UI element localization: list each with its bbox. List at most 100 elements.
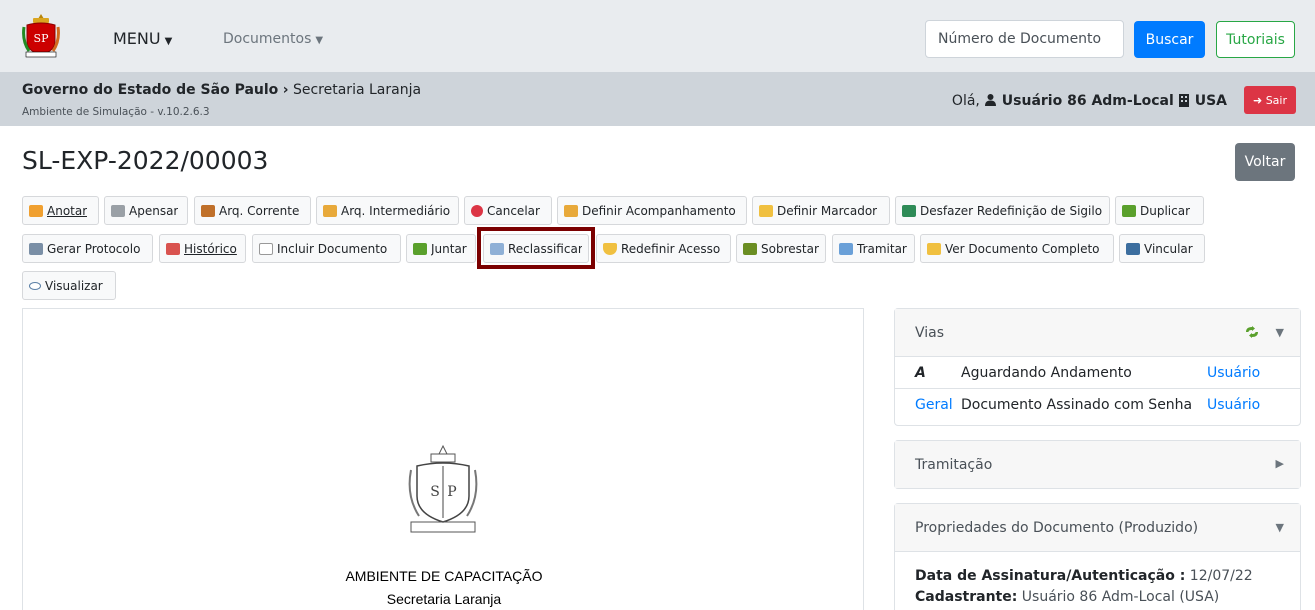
via-user-link[interactable]: Usuário	[1207, 365, 1260, 381]
apensar-label: Apensar	[129, 203, 179, 218]
svg-text:P: P	[447, 484, 456, 500]
refresh-icon[interactable]	[1244, 326, 1260, 338]
duplicar-button[interactable]: Duplicar	[1115, 196, 1204, 225]
undo-icon	[902, 204, 916, 217]
svg-text:SP: SP	[34, 32, 50, 45]
reclassify-icon	[490, 242, 504, 255]
user-follow-icon	[564, 204, 578, 217]
apensar-button[interactable]: Apensar	[104, 196, 188, 225]
voltar-button[interactable]: Voltar	[1235, 143, 1295, 181]
tramitar-button[interactable]: Tramitar	[832, 234, 915, 263]
definir-acompanhamento-button[interactable]: Definir Acompanhamento	[557, 196, 747, 225]
via-code[interactable]: Geral	[915, 397, 961, 413]
definir-marcador-label: Definir Marcador	[777, 203, 878, 218]
eye-icon	[29, 281, 41, 290]
cancelar-label: Cancelar	[487, 203, 540, 218]
cadastrante-row: Cadastrante: Usuário 86 Adm-Local (USA)	[915, 587, 1280, 608]
archive-icon	[201, 204, 215, 217]
cadastrante-value: Usuário 86 Adm-Local (USA)	[1021, 589, 1220, 605]
redefinir-acesso-button[interactable]: Redefinir Acesso	[596, 234, 731, 263]
juntar-button[interactable]: Juntar	[406, 234, 476, 263]
reclassificar-button[interactable]: Reclassificar	[483, 234, 589, 263]
attach-document-icon	[413, 242, 427, 255]
vincular-button[interactable]: Vincular	[1119, 234, 1205, 263]
sp-coat-of-arms-logo[interactable]: SP	[21, 13, 61, 59]
document-number-input[interactable]	[925, 20, 1124, 58]
via-status: Documento Assinado com Senha	[961, 397, 1193, 413]
incluir-documento-button[interactable]: Incluir Documento	[252, 234, 401, 263]
propriedades-title: Propriedades do Documento (Produzido)	[915, 519, 1199, 536]
greeting-text: Olá,	[951, 93, 980, 109]
arq-intermediario-label: Arq. Intermediário	[341, 203, 451, 218]
user-icon	[985, 94, 997, 106]
cancel-icon	[471, 204, 483, 217]
vias-row: Geral Documento Assinado com Senha Usuár…	[895, 389, 1300, 421]
vias-panel: Vias ▼ A Aguardando Andamento Usuário Ge…	[894, 308, 1301, 426]
caret-down-icon[interactable]: ▼	[1276, 326, 1284, 339]
vincular-label: Vincular	[1144, 241, 1193, 256]
propriedades-body: Data de Assinatura/Autenticação : 12/07/…	[895, 552, 1300, 610]
menu-dropdown[interactable]: MENU ▼	[113, 29, 172, 48]
cadastrante-label: Cadastrante:	[915, 589, 1018, 605]
tutoriais-button[interactable]: Tutoriais	[1216, 21, 1295, 58]
caret-right-icon[interactable]: ▶	[1276, 457, 1284, 470]
document-preview: S P AMBIENTE DE CAPACITAÇÃO Secretaria L…	[22, 308, 864, 610]
ver-documento-completo-button[interactable]: Ver Documento Completo	[920, 234, 1114, 263]
pause-document-icon	[743, 242, 757, 255]
documentos-dropdown[interactable]: Documentos ▼	[223, 31, 323, 47]
historico-button[interactable]: Histórico	[159, 234, 246, 263]
definir-marcador-button[interactable]: Definir Marcador	[752, 196, 890, 225]
breadcrumb: Governo do Estado de São Paulo › Secreta…	[22, 82, 421, 98]
caret-down-icon[interactable]: ▼	[1276, 521, 1284, 534]
user-info: Olá, Usuário 86 Adm-Local USA	[952, 93, 1227, 109]
new-document-icon	[259, 242, 273, 255]
visualizar-button[interactable]: Visualizar	[22, 271, 116, 300]
arq-corrente-button[interactable]: Arq. Corrente	[194, 196, 311, 225]
tramitacao-header[interactable]: Tramitação ▶	[895, 441, 1300, 488]
vias-header[interactable]: Vias ▼	[895, 309, 1300, 357]
printer-icon	[29, 242, 43, 255]
incluir-documento-label: Incluir Documento	[277, 241, 388, 256]
via-code: A	[915, 364, 926, 381]
arq-intermediario-button[interactable]: Arq. Intermediário	[316, 196, 459, 225]
environment-label: Ambiente de Simulação - v.10.2.6.3	[22, 106, 210, 118]
tramitacao-panel: Tramitação ▶	[894, 440, 1301, 489]
tramitar-label: Tramitar	[857, 241, 907, 256]
desfazer-label: Desfazer Redefinição de Sigilo	[920, 203, 1103, 218]
desfazer-redefinicao-sigilo-button[interactable]: Desfazer Redefinição de Sigilo	[895, 196, 1110, 225]
sp-coat-of-arms-crest: S P	[408, 444, 478, 533]
building-icon	[1179, 94, 1190, 107]
note-icon	[29, 204, 43, 217]
propriedades-header[interactable]: Propriedades do Documento (Produzido) ▼	[895, 504, 1300, 552]
context-bar: Governo do Estado de São Paulo › Secreta…	[0, 72, 1315, 126]
sair-button[interactable]: ➜ Sair	[1244, 86, 1296, 114]
gerar-protocolo-button[interactable]: Gerar Protocolo	[22, 234, 153, 263]
buscar-button[interactable]: Buscar	[1134, 21, 1205, 58]
folder-tag-icon	[759, 204, 773, 217]
archive-box-icon	[323, 204, 337, 217]
breadcrumb-leaf[interactable]: Secretaria Laranja	[293, 82, 421, 98]
sobrestar-button[interactable]: Sobrestar	[736, 234, 826, 263]
duplicate-icon	[1122, 204, 1136, 217]
document-subheading: Secretaria Laranja	[386, 591, 502, 607]
user-name[interactable]: Usuário 86 Adm-Local	[1002, 93, 1174, 109]
via-user-link[interactable]: Usuário	[1207, 397, 1260, 413]
vias-row: A Aguardando Andamento Usuário	[895, 357, 1300, 389]
breadcrumb-root[interactable]: Governo do Estado de São Paulo	[22, 82, 278, 98]
tramitacao-title: Tramitação	[915, 456, 993, 473]
assinatura-value: 12/07/22	[1189, 568, 1253, 584]
propriedades-panel: Propriedades do Documento (Produzido) ▼ …	[894, 503, 1301, 610]
caret-down-icon: ▼	[164, 36, 173, 47]
page-title: SL-EXP-2022/00003	[22, 146, 269, 175]
sair-label: Sair	[1265, 93, 1288, 107]
sign-out-icon: ➜	[1252, 93, 1263, 107]
unit-name[interactable]: USA	[1195, 93, 1227, 109]
cancelar-button[interactable]: Cancelar	[464, 196, 552, 225]
binoculars-icon	[1126, 242, 1140, 255]
definir-acompanhamento-label: Definir Acompanhamento	[582, 203, 736, 218]
duplicar-label: Duplicar	[1140, 203, 1191, 218]
calendar-icon	[166, 242, 180, 255]
anotar-button[interactable]: Anotar	[22, 196, 99, 225]
link-icon	[111, 204, 125, 217]
juntar-label: Juntar	[431, 241, 467, 256]
